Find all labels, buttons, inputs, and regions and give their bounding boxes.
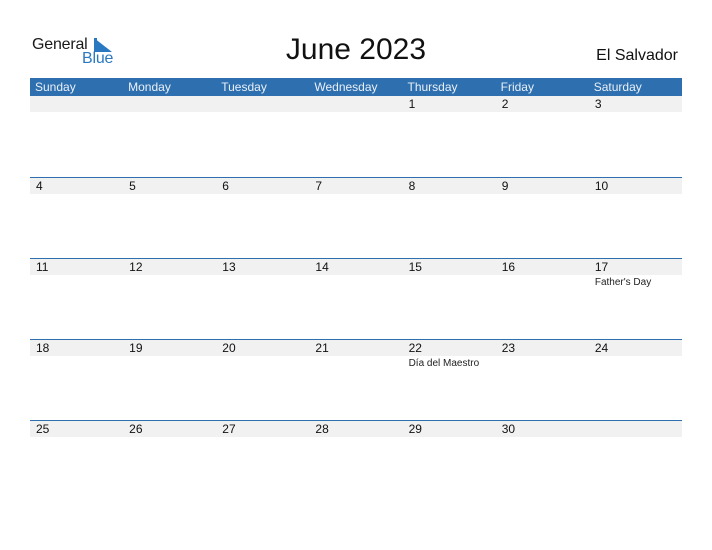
day-cell <box>30 96 123 176</box>
day-number: 10 <box>594 179 609 193</box>
day-number: 1 <box>408 97 416 111</box>
weekday-tuesday: Tuesday <box>221 80 267 94</box>
day-cell: 14 <box>309 259 402 339</box>
day-cell: 13 <box>216 259 309 339</box>
day-cell: 8 <box>403 178 496 258</box>
day-cell: 30 <box>496 421 589 501</box>
day-cell: 4 <box>30 178 123 258</box>
day-number: 2 <box>501 97 509 111</box>
day-cell: 2 <box>496 96 589 176</box>
day-cell: 26 <box>123 421 216 501</box>
day-number: 13 <box>222 260 236 274</box>
day-number: 8 <box>408 179 416 193</box>
day-number: 29 <box>408 422 422 436</box>
weekday-saturday: Saturday <box>593 80 642 94</box>
day-cell: 7 <box>309 178 402 258</box>
day-cell: 28 <box>309 421 402 501</box>
day-number: 30 <box>501 422 516 436</box>
day-number: 26 <box>129 422 143 436</box>
day-number: 23 <box>501 341 516 355</box>
day-number: 20 <box>222 341 236 355</box>
week-row: 25 26 27 28 29 30 <box>30 420 682 501</box>
day-cell <box>589 421 682 501</box>
day-cell <box>216 96 309 176</box>
day-cell: 21 <box>309 340 402 420</box>
weekday-header: Sunday Monday Tuesday Wednesday Thursday… <box>30 78 682 96</box>
day-number: 6 <box>222 179 229 193</box>
day-cell: 3 <box>589 96 682 176</box>
day-cell: 18 <box>30 340 123 420</box>
week-row: 18 19 20 21 22 Día del Maestro 23 24 <box>30 339 682 420</box>
weekday-monday: Monday <box>128 80 171 94</box>
holiday-label: Día del Maestro <box>408 358 480 369</box>
day-cell: 24 <box>589 340 682 420</box>
day-number: 14 <box>315 260 329 274</box>
day-cell: 6 <box>216 178 309 258</box>
day-number: 15 <box>408 260 422 274</box>
day-cell: 23 <box>496 340 589 420</box>
day-number: 28 <box>315 422 329 436</box>
day-cell: 20 <box>216 340 309 420</box>
day-number: 24 <box>594 341 609 355</box>
day-number: 27 <box>222 422 236 436</box>
day-number: 9 <box>501 179 509 193</box>
day-number: 5 <box>129 179 136 193</box>
day-cell: 27 <box>216 421 309 501</box>
day-cell: 19 <box>123 340 216 420</box>
day-number: 21 <box>315 341 329 355</box>
weekday-sunday: Sunday <box>35 80 76 94</box>
day-number: 11 <box>36 260 49 274</box>
day-cell: 29 <box>403 421 496 501</box>
day-number: 12 <box>129 260 143 274</box>
day-cell: 16 <box>496 259 589 339</box>
day-cell: 5 <box>123 178 216 258</box>
week-row: 1 2 3 <box>30 96 682 177</box>
day-cell: 15 <box>403 259 496 339</box>
day-cell: 22 Día del Maestro <box>403 340 496 420</box>
day-cell <box>309 96 402 176</box>
day-number: 7 <box>315 179 323 193</box>
day-number: 22 <box>408 341 422 355</box>
day-number: 18 <box>36 341 50 355</box>
week-row: 4 5 6 7 8 9 10 <box>30 177 682 258</box>
day-number: 19 <box>129 341 143 355</box>
weekday-friday: Friday <box>500 80 534 94</box>
day-number: 25 <box>36 422 50 436</box>
day-cell <box>123 96 216 176</box>
day-cell: 10 <box>589 178 682 258</box>
day-cell: 1 <box>403 96 496 176</box>
day-cell: 25 <box>30 421 123 501</box>
day-cell: 11 <box>30 259 123 339</box>
day-cell: 12 <box>123 259 216 339</box>
weekday-wednesday: Wednesday <box>314 80 378 94</box>
weekday-thursday: Thursday <box>407 80 458 94</box>
day-number: 4 <box>36 179 43 193</box>
day-number: 3 <box>594 97 602 111</box>
day-number: 16 <box>501 260 516 274</box>
country-label: El Salvador <box>596 47 678 64</box>
holiday-label: Father's Day <box>594 277 652 288</box>
day-number: 17 <box>594 260 609 274</box>
day-cell: 17 Father's Day <box>589 259 682 339</box>
week-row: 11 12 13 14 15 16 17 Father's Day <box>30 258 682 339</box>
day-cell: 9 <box>496 178 589 258</box>
